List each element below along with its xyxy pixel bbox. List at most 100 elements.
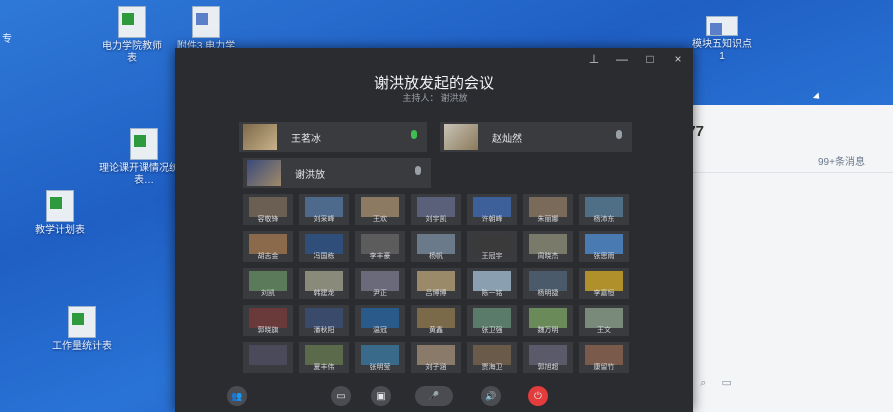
participant-grid: 容敬锋 刘采峰 王欢 刘宇凯 许朝峰 朱丽娜 杨沛东胡志金 冯国栋 李丰豪 杨帆 王冠宇 周晓杰 张思雨… — [243, 194, 629, 373]
participant-tile[interactable]: 王冠宇 — [467, 231, 517, 262]
participant-tile[interactable]: 容敬锋 — [243, 194, 293, 225]
participant-name: 魏万明 — [537, 327, 559, 334]
participant-tile[interactable]: 张明莹 — [355, 342, 405, 373]
desktop-partial-label: 专 — [2, 34, 12, 45]
screen-icon: ▭ — [336, 390, 346, 402]
background-chat-window[interactable]: -177 99+条消息 ⊞ ⌕ ▭ — [668, 105, 893, 412]
participant-name: 康留竹 — [593, 364, 615, 371]
participant-tile[interactable]: 韩建龙 — [299, 268, 349, 299]
participant-name: 潘秋阳 — [313, 327, 335, 334]
participant-tile[interactable]: 杨明捷 — [523, 268, 573, 299]
participant-tile[interactable]: 陈一铭 — [467, 268, 517, 299]
participant-name: 胡志金 — [257, 253, 279, 260]
participant-name: 黄鑫 — [429, 327, 443, 334]
participant-tile[interactable]: 李嘉恒 — [579, 268, 629, 299]
avatar — [444, 124, 478, 150]
folder-button[interactable]: ▣ — [371, 386, 391, 406]
participant-tile[interactable]: 杨帆 — [411, 231, 461, 262]
more-messages-link[interactable]: 99+条消息 — [818, 153, 865, 168]
participant-tile[interactable]: 张卫强 — [467, 305, 517, 336]
participant-tile[interactable]: 尹正 — [355, 268, 405, 299]
participant-tile[interactable]: 郭晓旗 — [243, 305, 293, 336]
participant-name: 张卫强 — [481, 327, 503, 334]
desktop-file-label: 教学计划表 — [35, 225, 85, 236]
participant-name: 尹正 — [373, 290, 387, 297]
participant-tile[interactable]: 康留竹 — [579, 342, 629, 373]
participant-tile[interactable]: 胡志金 — [243, 231, 293, 262]
avatar — [247, 160, 281, 186]
participant-name: 冯国栋 — [313, 253, 335, 260]
document-file-icon — [192, 6, 220, 38]
participants-icon: 👥 — [231, 390, 243, 401]
participant-name: 陈一铭 — [481, 290, 503, 297]
desktop-file-workload[interactable]: 工作量统计表 — [36, 306, 128, 353]
participant-tile[interactable]: 刘宇凯 — [411, 194, 461, 225]
host-name: 谢洪放 — [440, 93, 468, 103]
minimize-icon[interactable]: — — [615, 52, 629, 66]
folder-icon: ▣ — [376, 390, 386, 402]
participant-tile[interactable]: 刘子涵 — [411, 342, 461, 373]
participant-tile[interactable]: 李丰豪 — [355, 231, 405, 262]
participant-tile[interactable]: 王文 — [579, 305, 629, 336]
excel-file-icon — [68, 306, 96, 338]
participant-name: 张明莹 — [369, 364, 391, 371]
participant-name: 刘子涵 — [425, 364, 447, 371]
participant-name: 贾海卫 — [481, 364, 503, 371]
participant-tile[interactable]: 贾海卫 — [467, 342, 517, 373]
excel-file-icon — [46, 190, 74, 222]
participant-tile[interactable]: 夏丰伟 — [299, 342, 349, 373]
speaker-name: 谢洪放 — [295, 169, 325, 181]
participant-tile[interactable]: 刘采峰 — [299, 194, 349, 225]
participant-tile[interactable]: 潘秋阳 — [299, 305, 349, 336]
participant-tile[interactable] — [243, 342, 293, 373]
mic-on-icon — [411, 130, 417, 139]
participant-name: 吕博博 — [425, 290, 447, 297]
end-call-button[interactable]: ⏻ — [528, 386, 548, 406]
participant-name: 许朝峰 — [481, 216, 503, 223]
pin-icon[interactable]: ⊥ — [587, 52, 601, 66]
participant-name: 李嘉恒 — [593, 290, 615, 297]
participant-name: 刘凯 — [261, 290, 275, 297]
mic-off-icon — [415, 166, 421, 175]
participant-name: 刘采峰 — [313, 216, 335, 223]
desktop-file-sublabel: 表 — [127, 53, 137, 64]
participant-tile[interactable]: 王欢 — [355, 194, 405, 225]
microphone-icon: 🎤 — [428, 390, 440, 401]
participant-tile[interactable]: 张思雨 — [579, 231, 629, 262]
participant-tile[interactable]: 杨沛东 — [579, 194, 629, 225]
maximize-icon[interactable]: □ — [643, 52, 657, 66]
excel-file-icon — [118, 6, 146, 38]
participant-name: 杨明捷 — [537, 290, 559, 297]
participant-tile[interactable]: 许朝峰 — [467, 194, 517, 225]
desktop-file-teaching-plan[interactable]: 教学计划表 — [14, 190, 106, 237]
participant-tile[interactable]: 魏万明 — [523, 305, 573, 336]
divider — [668, 172, 893, 173]
speaker-button[interactable]: 🔊 — [481, 386, 501, 406]
participant-tile[interactable]: 刘凯 — [243, 268, 293, 299]
participant-tile[interactable]: 朱丽娜 — [523, 194, 573, 225]
participant-name: 王欢 — [373, 216, 387, 223]
participant-tile[interactable]: 温冠 — [355, 305, 405, 336]
close-icon[interactable]: × — [671, 52, 685, 66]
participant-name: 张思雨 — [593, 253, 615, 260]
mouse-cursor-icon — [812, 92, 823, 102]
speaker-tile[interactable]: 赵灿然 — [440, 122, 632, 152]
screen-share-button[interactable]: ▭ — [331, 386, 351, 406]
host-label: 主持人： — [402, 93, 439, 103]
participant-tile[interactable]: 周晓杰 — [523, 231, 573, 262]
participant-tile[interactable]: 冯国栋 — [299, 231, 349, 262]
avatar — [243, 124, 277, 150]
meeting-title: 谢洪放发起的会议 — [373, 75, 494, 92]
participant-avatar — [249, 345, 287, 365]
participant-tile[interactable]: 黄鑫 — [411, 305, 461, 336]
participants-button[interactable]: 👥 — [227, 386, 247, 406]
meeting-window: ⊥ — □ × 谢洪放发起的会议 主持人： 谢洪放 王茗冰 赵灿然 谢洪放 容敬锋… — [175, 48, 693, 412]
mute-button[interactable]: 🎤 — [415, 386, 453, 406]
participant-tile[interactable]: 吕博博 — [411, 268, 461, 299]
participant-name: 王冠宇 — [481, 253, 503, 260]
document-file-icon — [706, 16, 738, 36]
desktop-file-attachment3[interactable]: 附件3 电力学 — [160, 6, 252, 53]
participant-tile[interactable]: 郭旭超 — [523, 342, 573, 373]
speaker-tile[interactable]: 王茗冰 — [239, 122, 427, 152]
speaker-tile[interactable]: 谢洪放 — [243, 158, 431, 188]
